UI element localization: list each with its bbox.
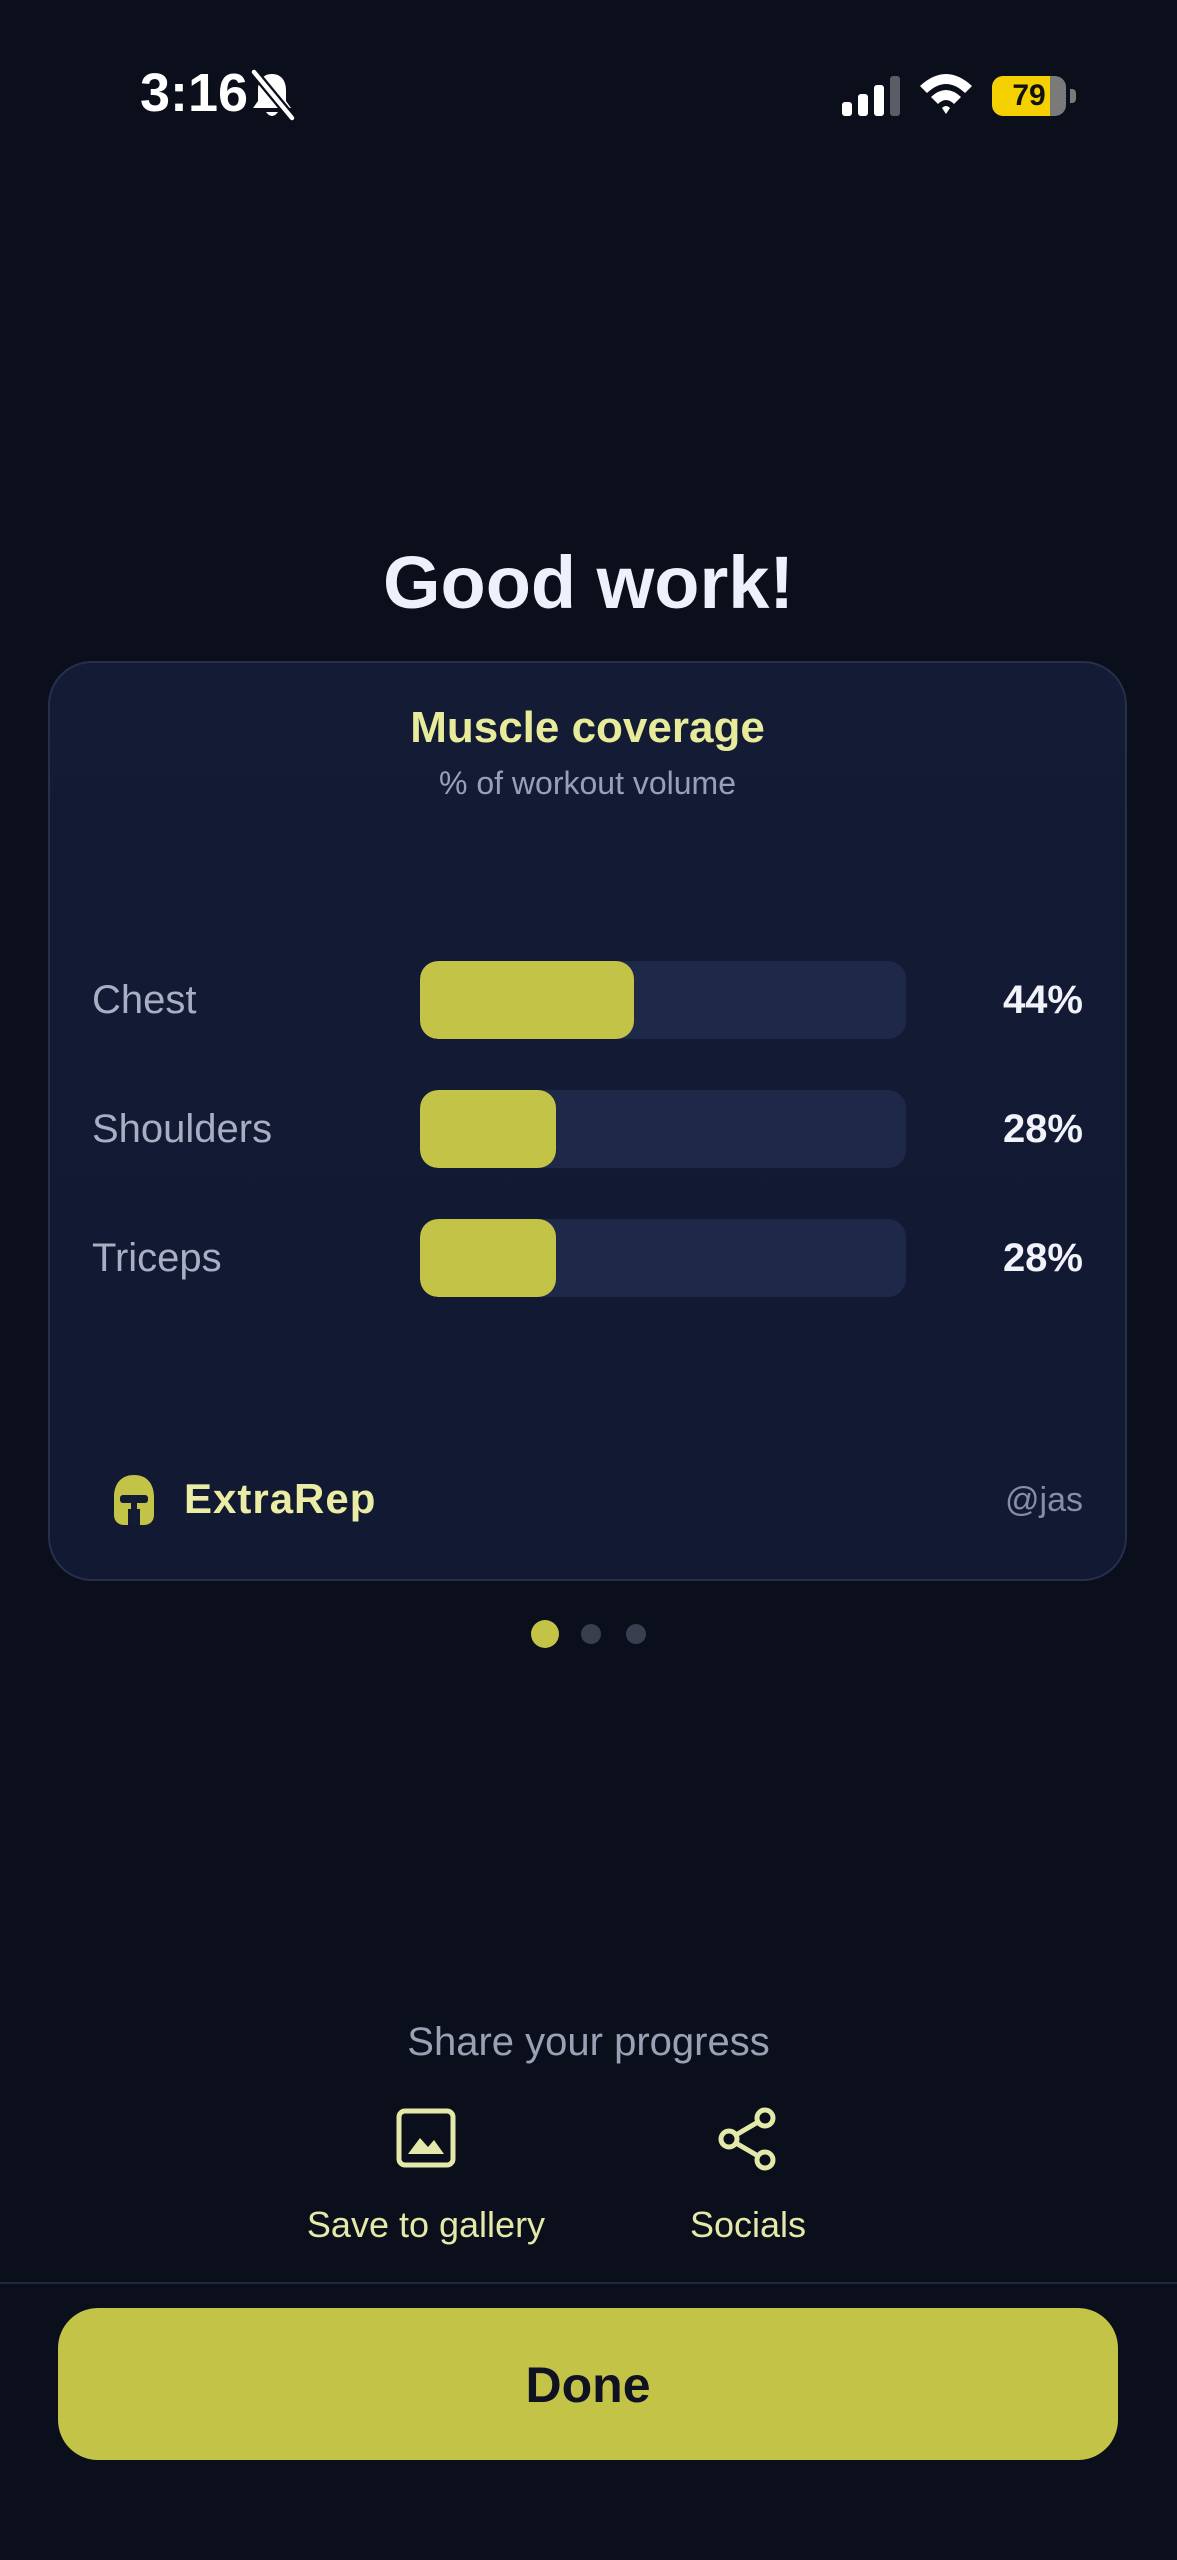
divider [0, 2282, 1177, 2284]
coverage-bar-track [420, 961, 906, 1039]
signal-icon [842, 76, 900, 116]
muscle-label: Chest [92, 978, 197, 1022]
muscle-percent: 44% [1002, 978, 1083, 1022]
helmet-logo-icon [114, 1475, 154, 1525]
save-to-gallery-label: Save to gallery [306, 2204, 546, 2245]
brand-name: ExtraRep [184, 1475, 377, 1522]
battery-level-text: 79 [1012, 79, 1046, 112]
coverage-bar-track [420, 1219, 906, 1297]
image-icon [396, 2108, 456, 2168]
muscle-coverage-card[interactable]: Muscle coverage % of workout volume Ches… [48, 661, 1127, 1581]
coverage-bar-fill [420, 961, 634, 1039]
user-handle: @jas [1005, 1481, 1083, 1519]
muscle-label: Triceps [92, 1236, 222, 1280]
wifi-icon [920, 74, 972, 114]
save-to-gallery-button[interactable]: Save to gallery [286, 2106, 566, 2256]
status-time: 3:16 [140, 63, 249, 123]
bell-slash-icon [250, 69, 296, 121]
page-indicator[interactable] [0, 1616, 1177, 1648]
page-dot[interactable] [581, 1624, 601, 1644]
page-dot[interactable] [626, 1624, 646, 1644]
share-title: Share your progress [407, 2020, 770, 2064]
card-subtitle: % of workout volume [438, 765, 736, 801]
muscle-percent: 28% [1002, 1107, 1083, 1151]
card-title: Muscle coverage [410, 703, 765, 752]
muscle-percent: 28% [1002, 1236, 1083, 1280]
page-dot-active[interactable] [531, 1620, 559, 1648]
muscle-row-chest: Chest 44% [50, 961, 1125, 1039]
status-bar: 3:16 79 [0, 0, 1177, 190]
battery-icon: 79 [992, 76, 1076, 116]
page-title: Good work! [382, 541, 795, 624]
muscle-row-triceps: Triceps 28% [50, 1219, 1125, 1297]
workout-summary-screen: 3:16 79 Good work! Muscle coverage % of … [0, 0, 1177, 2560]
coverage-bar-fill [420, 1090, 557, 1168]
socials-share-button[interactable]: Socials [658, 2106, 838, 2256]
socials-label: Socials [689, 2204, 807, 2245]
share-icon [718, 2107, 776, 2171]
coverage-bar-track [420, 1090, 906, 1168]
coverage-bar-fill [420, 1219, 557, 1297]
done-button[interactable]: Done [58, 2308, 1118, 2460]
muscle-label: Shoulders [92, 1107, 273, 1151]
muscle-row-shoulders: Shoulders 28% [50, 1090, 1125, 1168]
